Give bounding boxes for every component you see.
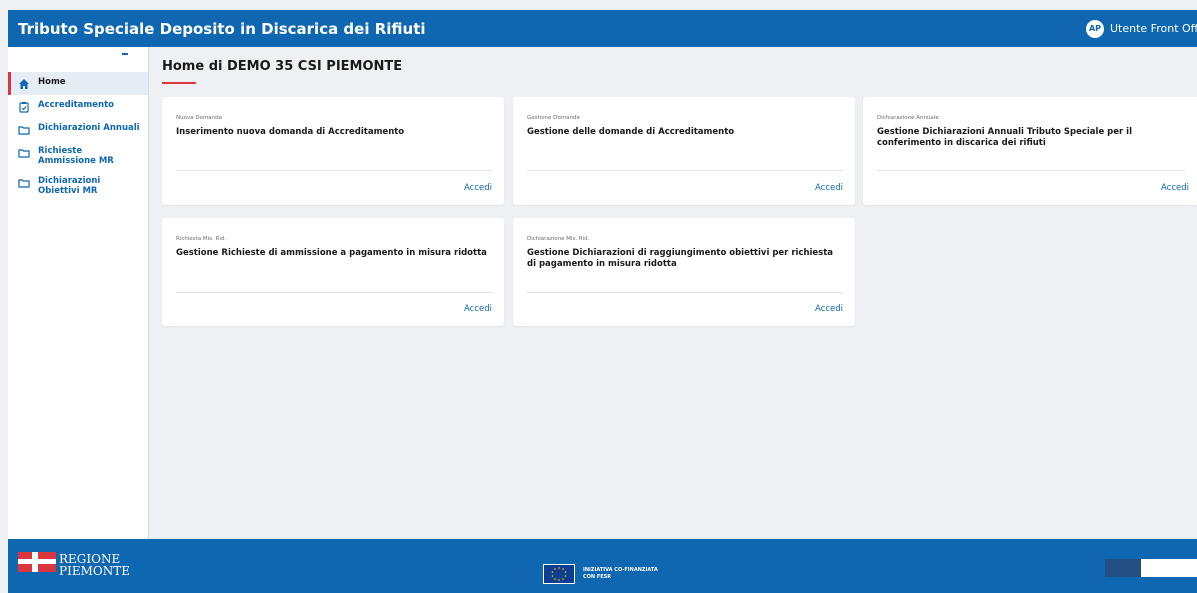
card-kicker: Gestione Domande [527, 115, 580, 121]
folder-icon [18, 179, 30, 188]
card-kicker: Richiesta Mis. Rid. [176, 236, 227, 242]
card-divider [527, 170, 843, 171]
card-title: Gestione Dichiarazioni Annuali Tributo S… [877, 127, 1132, 148]
user-name[interactable]: Utente Front Office [1110, 22, 1197, 35]
card-divider [176, 292, 492, 293]
card-title: Gestione Dichiarazioni di raggiungimento… [527, 248, 834, 269]
card-dichiarazione-annuale: Dichiarazione Annuale Gestione Dichiaraz… [863, 97, 1197, 205]
avatar[interactable]: AP [1086, 19, 1104, 38]
sidebar-item-accreditamento[interactable]: Accreditamento [8, 95, 148, 118]
card-kicker: Dichiarazione Mis. Rid. [527, 236, 590, 242]
card-title: Inserimento nuova domanda di Accreditame… [176, 127, 405, 137]
accedi-link[interactable]: Accedi [464, 183, 492, 193]
eu-text: INIZIATIVA CO-FINANZIATA CON FESR [583, 567, 658, 581]
home-icon [19, 79, 29, 89]
card-divider [176, 170, 492, 171]
sidebar-item-label: Home [38, 77, 66, 87]
card-divider [527, 292, 843, 293]
partner-logo-right [1141, 559, 1197, 577]
sidebar: Home Accreditamento Dichiarazioni Annual… [8, 47, 149, 539]
card-richiesta-mis-rid: Richiesta Mis. Rid. Gestione Richieste d… [162, 218, 504, 326]
regione-piemonte-flag-icon [18, 552, 56, 578]
sidebar-item-label: Richieste Ammissione MR [38, 146, 114, 166]
sidebar-item-label: Dichiarazioni Annuali [38, 123, 140, 133]
sidebar-item-dichiarazioni-annuali[interactable]: Dichiarazioni Annuali [8, 118, 148, 141]
eu-line-1: INIZIATIVA CO-FINANZIATA [583, 567, 658, 573]
eu-cofinancing: INIZIATIVA CO-FINANZIATA CON FESR [543, 564, 658, 584]
sidebar-item-label: Accreditamento [38, 100, 114, 110]
app-header: Tributo Speciale Deposito in Discarica d… [8, 10, 1197, 47]
app-footer: REGIONE PIEMONTE INIZIATIVA CO-FINANZIAT… [8, 539, 1197, 593]
eu-line-2: CON FESR [583, 574, 612, 580]
eu-flag-icon [543, 564, 575, 584]
regione-piemonte-text: REGIONE PIEMONTE [59, 553, 130, 577]
accedi-link[interactable]: Accedi [1161, 183, 1189, 193]
regione-piemonte-logo[interactable]: REGIONE PIEMONTE [18, 552, 130, 578]
region-line-2: PIEMONTE [59, 564, 130, 578]
card-title: Gestione Richieste di ammissione a pagam… [176, 248, 487, 258]
accedi-link[interactable]: Accedi [815, 304, 843, 314]
partner-logos[interactable] [1105, 559, 1197, 577]
card-gestione-domande: Gestione Domande Gestione delle domande … [513, 97, 855, 205]
sidebar-item-dichiarazioni-obiettivi-mr[interactable]: Dichiarazioni Obiettivi MR [8, 171, 148, 201]
folder-icon [18, 149, 30, 158]
card-title: Gestione delle domande di Accreditamento [527, 127, 735, 137]
partner-logo-left [1105, 559, 1141, 577]
card-kicker: Nuova Domanda [176, 115, 223, 121]
folder-icon [18, 126, 30, 135]
sidebar-item-home[interactable]: Home [8, 72, 148, 95]
user-menu[interactable]: AP Utente Front Office [1086, 10, 1197, 47]
page-title: Home di DEMO 35 CSI PIEMONTE [162, 59, 403, 74]
accedi-link[interactable]: Accedi [464, 304, 492, 314]
sidebar-nav: Home Accreditamento Dichiarazioni Annual… [8, 72, 148, 201]
collapse-sidebar-button[interactable] [122, 53, 128, 55]
app-title: Tributo Speciale Deposito in Discarica d… [18, 19, 426, 38]
clipboard-icon [19, 102, 29, 113]
card-dichiarazione-mis-rid: Dichiarazione Mis. Rid. Gestione Dichiar… [513, 218, 855, 326]
card-divider [877, 170, 1185, 171]
card-kicker: Dichiarazione Annuale [877, 115, 939, 121]
title-underline [162, 82, 196, 84]
sidebar-item-label: Dichiarazioni Obiettivi MR [38, 176, 101, 196]
sidebar-item-richieste-ammissione-mr[interactable]: Richieste Ammissione MR [8, 141, 148, 171]
accedi-link[interactable]: Accedi [815, 183, 843, 193]
card-nuova-domanda: Nuova Domanda Inserimento nuova domanda … [162, 97, 504, 205]
